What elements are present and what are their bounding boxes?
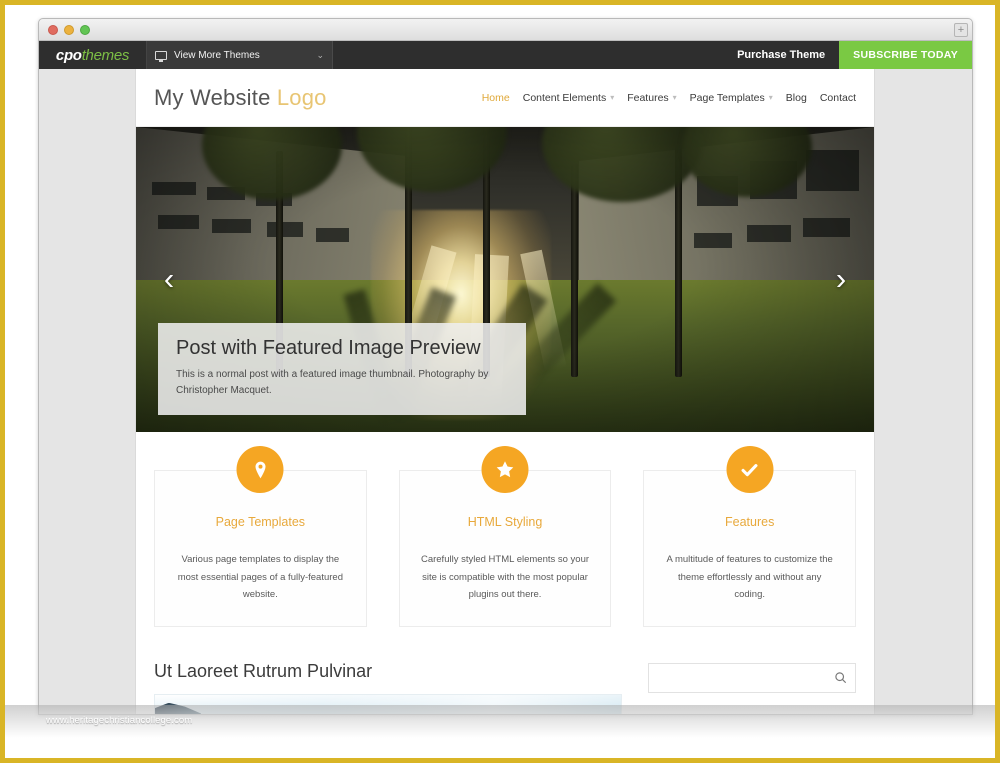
- main-navigation: Home Content Elements ▾ Features ▾ Page …: [482, 92, 856, 104]
- feature-title: HTML Styling: [467, 515, 543, 529]
- minimize-window-button[interactable]: [64, 25, 74, 35]
- window-controls: [48, 25, 90, 35]
- post-title[interactable]: Ut Laoreet Rutrum Pulvinar: [154, 653, 622, 694]
- nav-item-blog[interactable]: Blog: [786, 92, 807, 104]
- view-more-themes-dropdown[interactable]: View More Themes ⌄: [147, 41, 333, 69]
- hero-caption-title: Post with Featured Image Preview: [176, 337, 481, 359]
- site-container: My Website Logo Home Content Elements ▾: [135, 69, 875, 714]
- feature-title: Page Templates: [215, 515, 306, 529]
- purchase-theme-link[interactable]: Purchase Theme: [723, 41, 839, 69]
- search-icon[interactable]: [831, 669, 849, 687]
- chevron-down-icon: ▾: [768, 92, 773, 102]
- browser-titlebar: +: [39, 19, 972, 41]
- hero-next-arrow-icon[interactable]: ›: [826, 262, 856, 297]
- nav-item-features-label: Features: [627, 91, 669, 104]
- chevron-down-icon[interactable]: ⌄: [316, 50, 324, 61]
- site-logo[interactable]: My Website Logo: [154, 85, 327, 111]
- feature-text: Various page templates to display the mo…: [177, 554, 343, 601]
- nav-item-contact-label: Contact: [819, 91, 856, 104]
- hero-slider: ‹ › Post with Featured Image Preview Thi…: [136, 127, 874, 432]
- feature-box-html-styling[interactable]: HTML Styling Carefully styled HTML eleme…: [398, 446, 612, 627]
- nav-item-content-elements-label: Content Elements: [522, 91, 607, 104]
- browser-viewport: cpo themes View More Themes ⌄ Purchase Th…: [39, 41, 972, 714]
- site-header: My Website Logo Home Content Elements ▾: [136, 69, 874, 127]
- cpothemes-logo[interactable]: cpo themes: [39, 41, 147, 69]
- nav-item-page-templates[interactable]: Page Templates ▾: [690, 92, 773, 104]
- cpothemes-logo-main: cpo: [55, 46, 82, 64]
- feature-title: Features: [725, 515, 775, 529]
- monitor-icon: [155, 50, 167, 62]
- map-pin-icon: [236, 446, 284, 493]
- feature-text: Carefully styled HTML elements so your s…: [420, 554, 590, 601]
- nav-item-features[interactable]: Features ▾: [627, 92, 676, 104]
- nav-item-page-templates-label: Page Templates: [689, 91, 765, 104]
- hero-prev-arrow-icon[interactable]: ‹: [154, 262, 184, 297]
- zoom-window-button[interactable]: [80, 25, 90, 35]
- bottom-fade: [5, 705, 995, 758]
- feature-boxes: Page Templates Various page templates to…: [136, 432, 874, 653]
- browser-window: + cpo themes View More Themes ⌄ Purchase …: [38, 18, 973, 715]
- star-icon: [481, 446, 529, 493]
- chevron-down-icon: ▾: [610, 92, 615, 102]
- feature-text: A multitude of features to customize the…: [666, 554, 833, 601]
- nav-item-home-label: Home: [481, 91, 510, 104]
- search-form: [648, 662, 856, 693]
- view-more-themes-label: View More Themes: [174, 49, 260, 61]
- page-background: My Website Logo Home Content Elements ▾: [39, 69, 972, 714]
- chevron-down-icon: ▾: [672, 92, 677, 102]
- cpothemes-logo-accent: themes: [81, 46, 130, 64]
- cpothemes-admin-bar: cpo themes View More Themes ⌄ Purchase Th…: [39, 41, 972, 69]
- nav-item-contact[interactable]: Contact: [820, 92, 856, 104]
- hero-caption[interactable]: Post with Featured Image Preview This is…: [158, 323, 526, 415]
- check-circle-icon: [726, 446, 774, 493]
- close-window-button[interactable]: [48, 25, 58, 35]
- site-logo-accent: Logo: [276, 84, 327, 110]
- feature-box-page-templates[interactable]: Page Templates Various page templates to…: [154, 446, 367, 627]
- subscribe-today-button[interactable]: SUBSCRIBE TODAY: [839, 41, 972, 69]
- admin-bar-spacer: [333, 41, 723, 69]
- site-logo-main: My Website: [154, 84, 271, 110]
- watermark-text: www.heritagechristiancollege.com: [46, 715, 193, 726]
- nav-item-blog-label: Blog: [785, 91, 807, 104]
- resize-grip-icon[interactable]: +: [954, 23, 968, 37]
- nav-item-content-elements[interactable]: Content Elements ▾: [523, 92, 614, 104]
- hero-caption-text: This is a normal post with a featured im…: [176, 369, 489, 396]
- search-input[interactable]: [649, 663, 855, 692]
- feature-box-features[interactable]: Features A multitude of features to cust…: [643, 446, 857, 627]
- framed-screenshot: + cpo themes View More Themes ⌄ Purchase …: [0, 0, 1000, 763]
- nav-item-home[interactable]: Home: [482, 92, 510, 104]
